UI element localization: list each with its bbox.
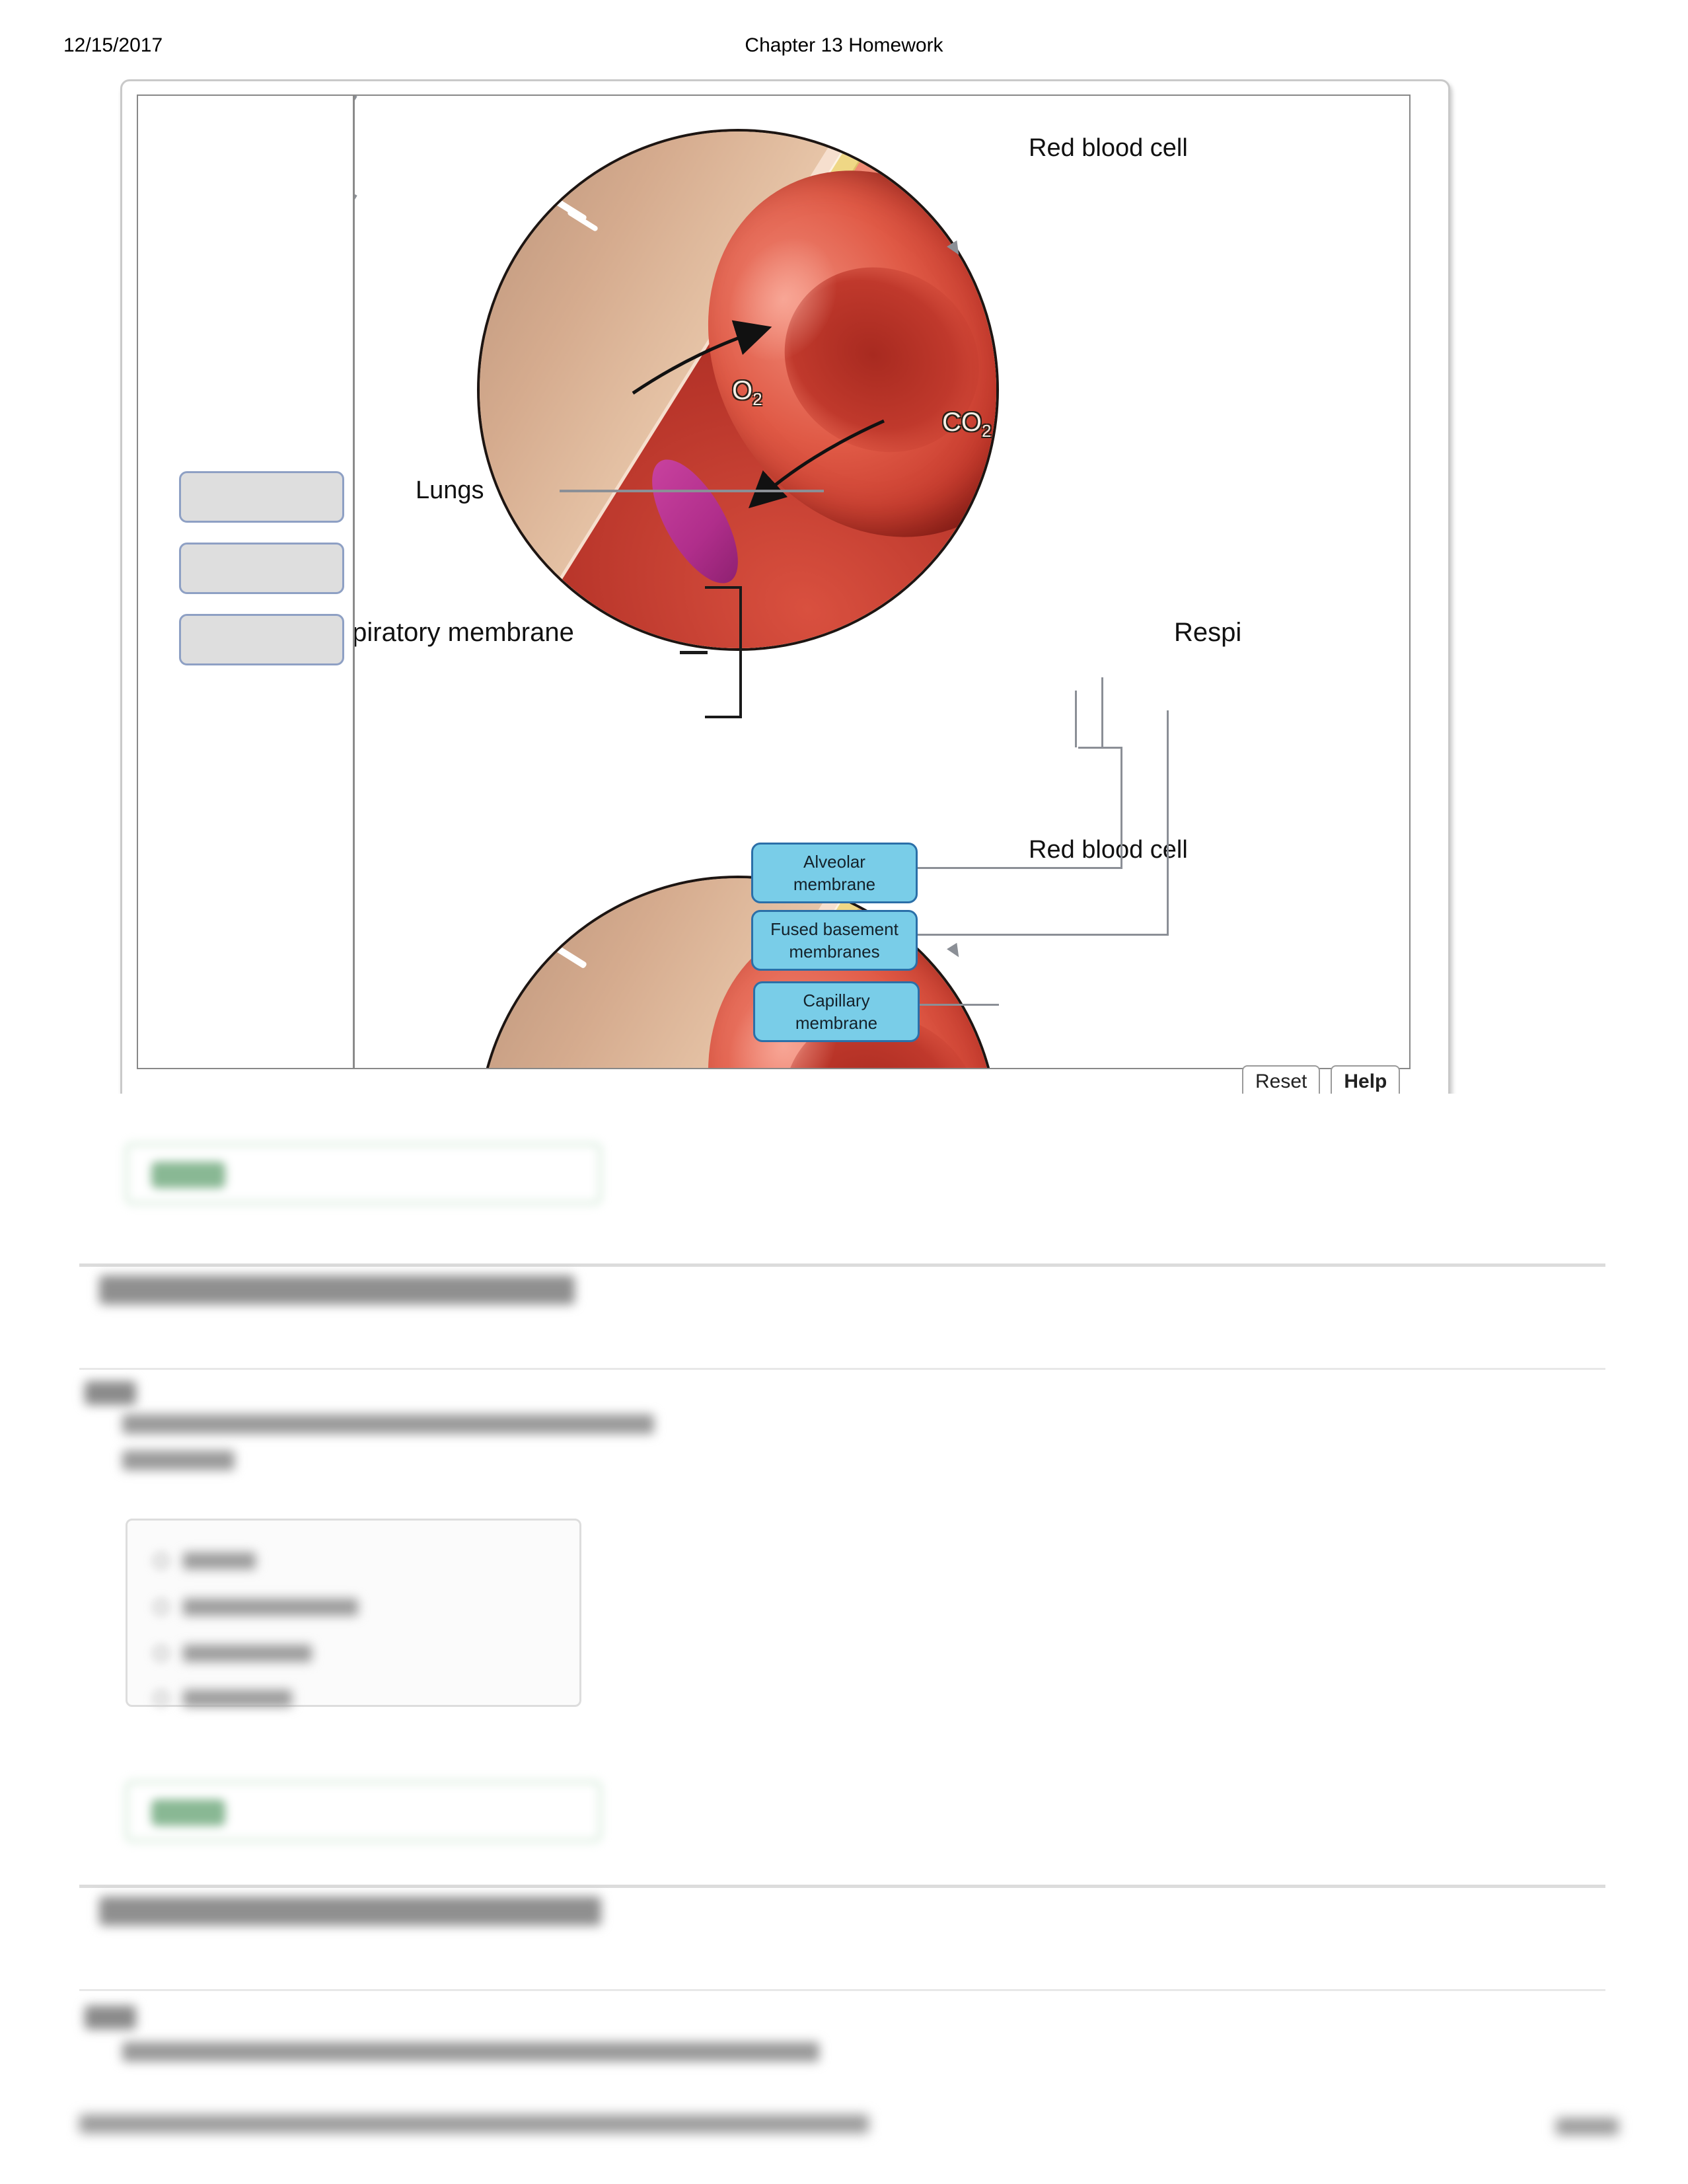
panel-bottom-clip [0,1094,1688,1120]
label-respiratory-membrane: Respiratory membrane [355,618,574,647]
chip-fused-basement-membranes[interactable]: Fused basement membranes [751,910,918,971]
part-rule-1 [79,1368,1605,1370]
printed-homework-page: 12/15/2017 Chapter 13 Homework O2 CO2 Re… [0,0,1688,2184]
chip-capillary-line1: Capillary [803,991,870,1010]
co2-symbol: CO [942,408,982,437]
part-rule-2 [79,1989,1605,1991]
part-label-2 [85,2006,136,2029]
section-separator-1 [79,1263,1605,1267]
label-red-blood-cell-top: Red blood cell [1029,134,1188,162]
chip-alveolar-membrane[interactable]: Alveolar membrane [751,843,918,903]
choice-row-4[interactable] [154,1690,292,1707]
footer-page-number [1556,2118,1619,2135]
alveolus-capillary-cutaway-repeat [477,876,999,1068]
alveolus-capillary-cutaway: O2 CO2 [477,129,999,651]
choice-label-2 [183,1599,358,1616]
connector-tick-a [1075,691,1077,747]
label-respiratory-membrane-clipped: Respi [1174,618,1242,647]
radio-button-icon-1[interactable] [154,1554,168,1568]
rbc-top-leader-line [355,96,357,181]
connector-tick-b [1101,677,1103,747]
connector-capillary-h [920,1004,999,1006]
radio-button-icon-4[interactable] [154,1691,168,1706]
answer-hint-1 [122,1450,235,1470]
connector-alveolar-h [918,867,1122,869]
connector-basement-v [1167,710,1169,935]
chip-basement-line2: membranes [789,942,880,961]
answer-choice-box-1 [126,1519,581,1707]
respiratory-membrane-illustration: O2 CO2 Red blood cell Lungs Red blood ce… [355,96,1409,1068]
choice-row-2[interactable] [154,1599,358,1616]
o2-label: O2 [732,376,762,410]
respiratory-membrane-leader-stub [680,651,708,654]
activity-canvas: O2 CO2 Red blood cell Lungs Red blood ce… [137,94,1411,1069]
connector-basement-h [918,934,1169,936]
rbc-bottom-leader-line [355,194,357,280]
drop-target-1[interactable] [179,471,344,523]
co2-subscript: 2 [982,421,992,441]
connector-alveolar-v [1120,747,1122,869]
choice-label-4 [183,1690,292,1707]
co2-label: CO2 [942,408,991,441]
question-prompt-1 [122,1414,654,1434]
chip-capillary-line2: membrane [795,1013,878,1033]
choice-row-3[interactable] [154,1645,312,1662]
activity-panel: O2 CO2 Red blood cell Lungs Red blood ce… [120,79,1450,1108]
feedback-status-badge-2 [151,1799,225,1826]
label-red-blood-cell-bottom: Red blood cell [1029,836,1188,864]
chip-capillary-membrane[interactable]: Capillary membrane [753,981,920,1042]
chip-alveolar-line2: membrane [793,874,876,894]
choice-label-1 [183,1552,256,1569]
label-lungs: Lungs [416,476,484,504]
part-label-1 [85,1381,136,1405]
page-title: Chapter 13 Homework [745,34,943,56]
question-heading-2 [99,1897,601,1926]
drop-target-3[interactable] [179,614,344,665]
choice-label-3 [183,1645,312,1662]
chip-basement-line1: Fused basement [770,919,899,939]
lungs-leader-line [560,490,824,492]
o2-subscript: 2 [752,389,762,409]
connector-alveolar-top [1078,747,1122,749]
footer-url [79,2115,869,2133]
feedback-status-badge-1 [151,1162,225,1188]
section-separator-2 [79,1885,1605,1888]
chip-alveolar-line1: Alveolar [803,852,865,872]
radio-button-icon-2[interactable] [154,1600,168,1614]
feedback-banner-2 [126,1781,601,1842]
drop-target-2[interactable] [179,543,344,594]
choice-row-1[interactable] [154,1552,256,1569]
print-header: 12/15/2017 Chapter 13 Homework [0,34,1688,61]
question-heading-1 [99,1275,575,1304]
feedback-banner-1 [126,1143,601,1204]
question-prompt-2 [122,2042,819,2062]
o2-symbol: O [732,376,753,405]
radio-button-icon-3[interactable] [154,1646,168,1661]
respiratory-membrane-bracket [705,586,742,718]
